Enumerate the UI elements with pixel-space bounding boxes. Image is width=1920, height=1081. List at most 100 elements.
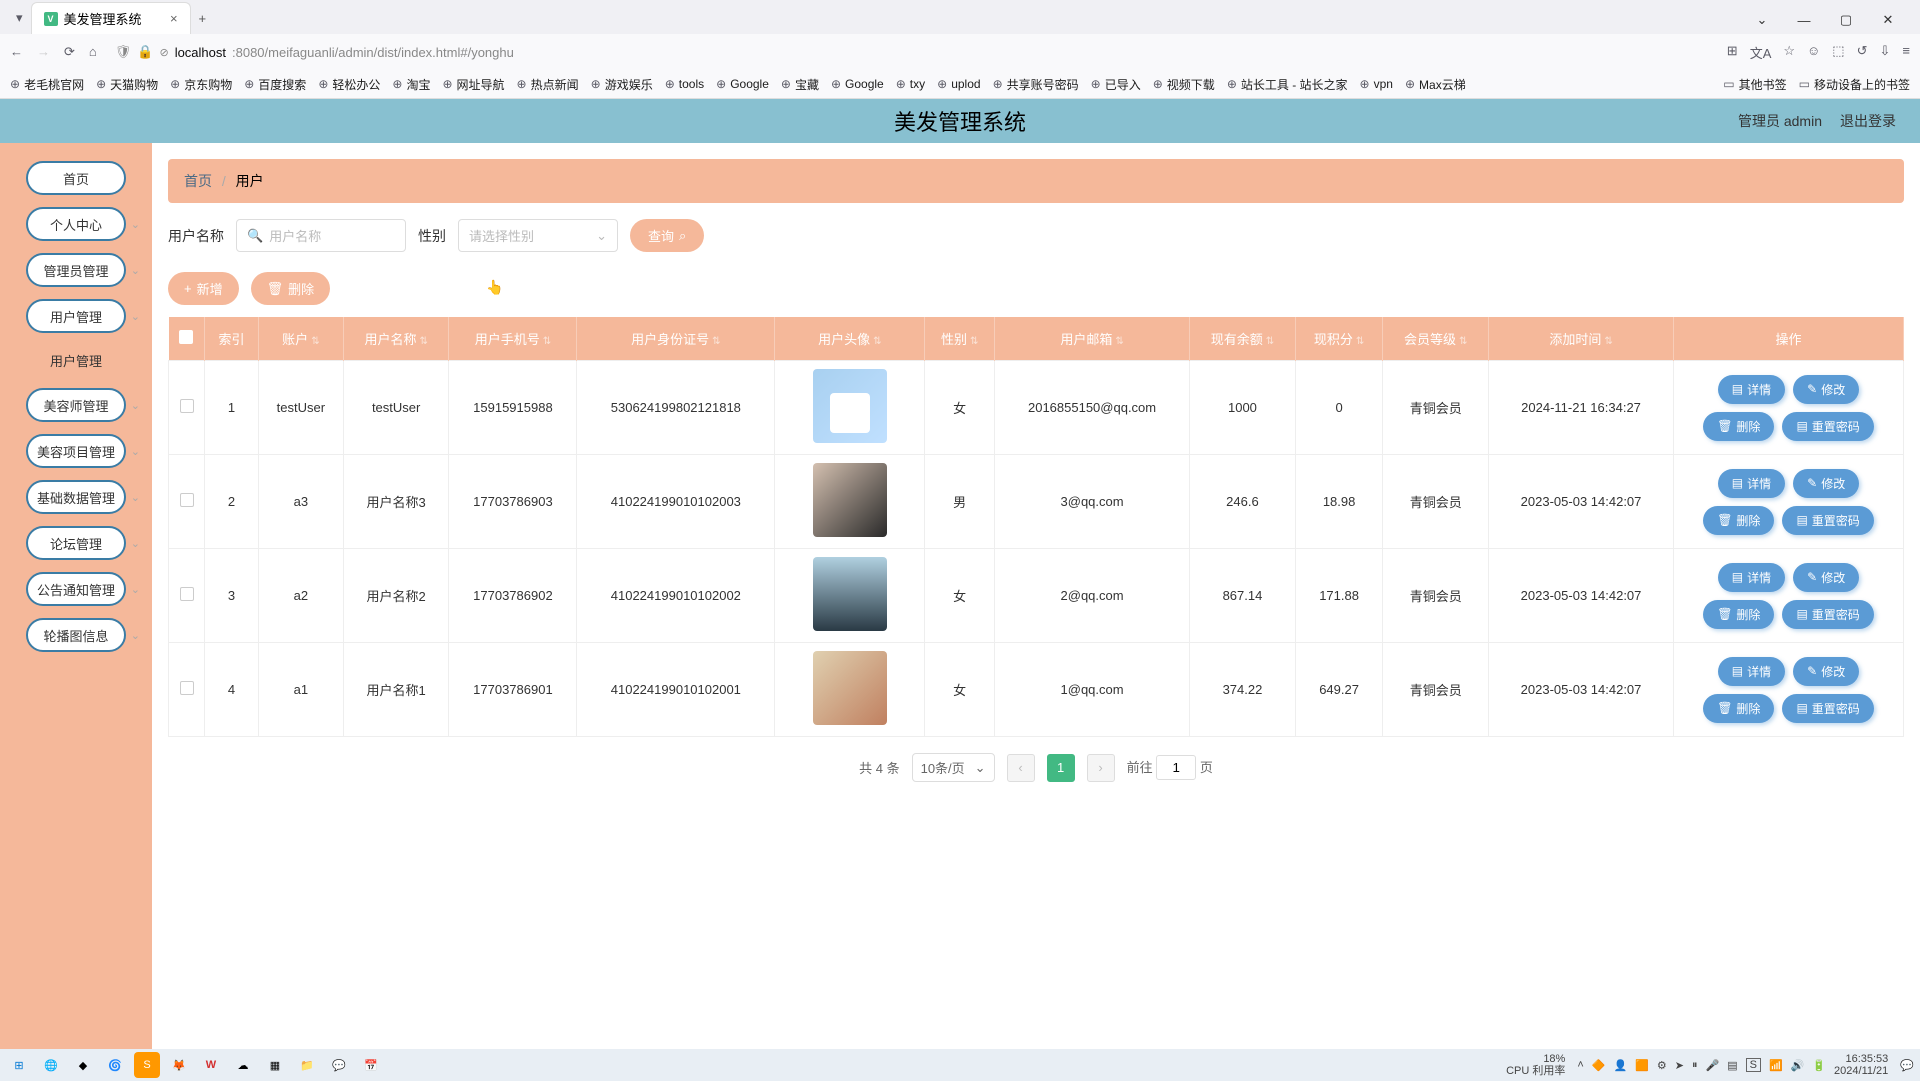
tray-wifi-icon[interactable]: 📶 — [1769, 1059, 1783, 1072]
filter-gender-select[interactable]: 请选择性别 ⌄ — [458, 219, 618, 252]
translate-icon[interactable]: 文A — [1750, 43, 1772, 62]
bookmark-item[interactable]: ⊕Max云梯 — [1405, 76, 1466, 93]
page-number-button[interactable]: 1 — [1047, 754, 1075, 782]
menu-icon[interactable]: ≡ — [1902, 43, 1910, 62]
edit-button[interactable]: ✎修改 — [1793, 469, 1859, 498]
app-icon[interactable]: ◆ — [70, 1052, 96, 1078]
account-icon[interactable]: ☺ — [1807, 43, 1820, 62]
address-bar[interactable]: 🛡 🔒 ⊘ localhost:8080/meifaguanli/admin/d… — [107, 40, 1717, 64]
tray-icon[interactable]: 🟧 — [1635, 1059, 1649, 1072]
tray-volume-icon[interactable]: 🔊 — [1791, 1059, 1805, 1072]
sidebar-item[interactable]: 用户管理⌄ — [26, 299, 126, 333]
detail-button[interactable]: ▤详情 — [1718, 469, 1785, 498]
detail-button[interactable]: ▤详情 — [1718, 657, 1785, 686]
page-prev-button[interactable]: ‹ — [1007, 754, 1035, 782]
table-header[interactable]: 现有余额⇅ — [1190, 317, 1296, 361]
table-header[interactable]: 用户身份证号⇅ — [577, 317, 775, 361]
bookmark-item[interactable]: ⊕热点新闻 — [517, 76, 579, 93]
reset-password-button[interactable]: ▤重置密码 — [1782, 506, 1873, 535]
window-close-icon[interactable]: ✕ — [1868, 6, 1908, 34]
bookmark-item[interactable]: ⊕京东购物 — [170, 76, 232, 93]
table-header[interactable]: 会员等级⇅ — [1383, 317, 1489, 361]
downloads-icon[interactable]: ⇩ — [1880, 43, 1891, 62]
tray-icon[interactable]: 🔶 — [1592, 1059, 1606, 1072]
new-tab-button[interactable]: + — [191, 3, 215, 34]
sublime-icon[interactable]: S — [134, 1052, 160, 1078]
reset-password-button[interactable]: ▤重置密码 — [1782, 600, 1873, 629]
bookmark-item[interactable]: ⊕天猫购物 — [96, 76, 158, 93]
sidebar-item[interactable]: 美容项目管理⌄ — [26, 434, 126, 468]
bookmark-item[interactable]: ⊕Google — [831, 77, 884, 91]
tray-icon[interactable]: ▤ — [1727, 1059, 1737, 1072]
nav-reload-icon[interactable]: ⟳ — [64, 44, 75, 60]
explorer-icon[interactable]: 📁 — [294, 1052, 320, 1078]
table-header[interactable]: 用户名称⇅ — [343, 317, 449, 361]
bookmark-item[interactable]: ⊕共享账号密码 — [993, 76, 1079, 93]
search-button[interactable]: 查询⌕ — [630, 219, 704, 252]
row-delete-button[interactable]: 🗑删除 — [1703, 694, 1774, 723]
browser-dropdown-icon[interactable]: ⌄ — [1742, 6, 1782, 34]
detail-button[interactable]: ▤详情 — [1718, 563, 1785, 592]
sidebar-item[interactable]: 美容师管理⌄ — [26, 388, 126, 422]
nav-back-icon[interactable]: ← — [10, 44, 23, 60]
table-header[interactable]: 用户头像⇅ — [775, 317, 925, 361]
table-header[interactable]: 性别⇅ — [925, 317, 995, 361]
bookmark-star-icon[interactable]: ☆ — [1783, 43, 1795, 62]
bookmark-item[interactable]: ⊕宝藏 — [781, 76, 819, 93]
extensions-icon[interactable]: ⬚ — [1832, 43, 1844, 62]
chevron-up-icon[interactable]: ˄ — [1577, 1059, 1583, 1071]
bookmark-item[interactable]: ⊕淘宝 — [392, 76, 430, 93]
sidebar-item[interactable]: 论坛管理⌄ — [26, 526, 126, 560]
logout-link[interactable]: 退出登录 — [1840, 111, 1896, 131]
tray-icon[interactable]: 👤 — [1613, 1059, 1627, 1072]
sidebar-item[interactable]: 个人中心⌄ — [26, 207, 126, 241]
sidebar-item[interactable]: 首页 — [26, 161, 126, 195]
table-header[interactable]: 用户手机号⇅ — [449, 317, 577, 361]
bookmark-item[interactable]: ⊕uplod — [937, 77, 980, 91]
sidebar-item[interactable]: 轮播图信息⌄ — [26, 618, 126, 652]
bookmark-item[interactable]: ⊕老毛桃官网 — [10, 76, 84, 93]
qr-icon[interactable]: ⊞ — [1727, 43, 1738, 62]
row-checkbox[interactable] — [180, 587, 194, 601]
bookmark-item[interactable]: ⊕游戏娱乐 — [591, 76, 653, 93]
tray-icon[interactable]: ➤ — [1675, 1059, 1684, 1072]
bookmark-item[interactable]: ⊕tools — [665, 77, 704, 91]
delete-button[interactable]: 🗑删除 — [251, 272, 331, 305]
bookmark-item[interactable]: ▭其他书签 — [1723, 76, 1786, 93]
wps-icon[interactable]: W — [198, 1052, 224, 1078]
row-checkbox[interactable] — [180, 681, 194, 695]
row-delete-button[interactable]: 🗑删除 — [1703, 600, 1774, 629]
sidebar-item[interactable]: 基础数据管理⌄ — [26, 480, 126, 514]
chrome-icon[interactable]: 🌐 — [38, 1052, 64, 1078]
nav-forward-icon[interactable]: → — [37, 44, 50, 60]
row-checkbox[interactable] — [180, 493, 194, 507]
edit-button[interactable]: ✎修改 — [1793, 375, 1859, 404]
bookmark-item[interactable]: ⊕vpn — [1360, 77, 1393, 91]
table-header[interactable]: 现积分⇅ — [1295, 317, 1383, 361]
start-button[interactable]: ⊞ — [6, 1052, 32, 1078]
tray-cpu[interactable]: 18% CPU 利用率 — [1506, 1053, 1569, 1077]
row-delete-button[interactable]: 🗑删除 — [1703, 506, 1774, 535]
detail-button[interactable]: ▤详情 — [1718, 375, 1785, 404]
bookmark-item[interactable]: ⊕站长工具 - 站长之家 — [1227, 76, 1348, 93]
bookmark-item[interactable]: ⊕视频下载 — [1153, 76, 1215, 93]
page-next-button[interactable]: › — [1087, 754, 1115, 782]
wechat-icon[interactable]: 💬 — [326, 1052, 352, 1078]
table-header[interactable]: 账户⇅ — [258, 317, 343, 361]
browser-tab[interactable]: V 美发管理系统 × — [31, 2, 191, 34]
sidebar-item[interactable]: 管理员管理⌄ — [26, 253, 126, 287]
tray-icon[interactable]: ⏸ — [1692, 1059, 1698, 1072]
bookmark-item[interactable]: ⊕已导入 — [1091, 76, 1141, 93]
table-header[interactable]: 用户邮箱⇅ — [994, 317, 1189, 361]
reset-password-button[interactable]: ▤重置密码 — [1782, 694, 1873, 723]
ide-icon[interactable]: ▦ — [262, 1052, 288, 1078]
bookmark-item[interactable]: ▭移动设备上的书签 — [1799, 76, 1910, 93]
sidebar-item[interactable]: 公告通知管理⌄ — [26, 572, 126, 606]
admin-label[interactable]: 管理员 admin — [1738, 111, 1822, 131]
firefox-icon[interactable]: 🦊 — [166, 1052, 192, 1078]
tray-icon[interactable]: ⚙ — [1657, 1059, 1667, 1072]
tray-battery-icon[interactable]: 🔋 — [1812, 1059, 1826, 1072]
tab-list-icon[interactable]: ▾ — [8, 2, 31, 34]
add-button[interactable]: +新增 — [168, 272, 239, 305]
bookmark-item[interactable]: ⊕网址导航 — [442, 76, 504, 93]
